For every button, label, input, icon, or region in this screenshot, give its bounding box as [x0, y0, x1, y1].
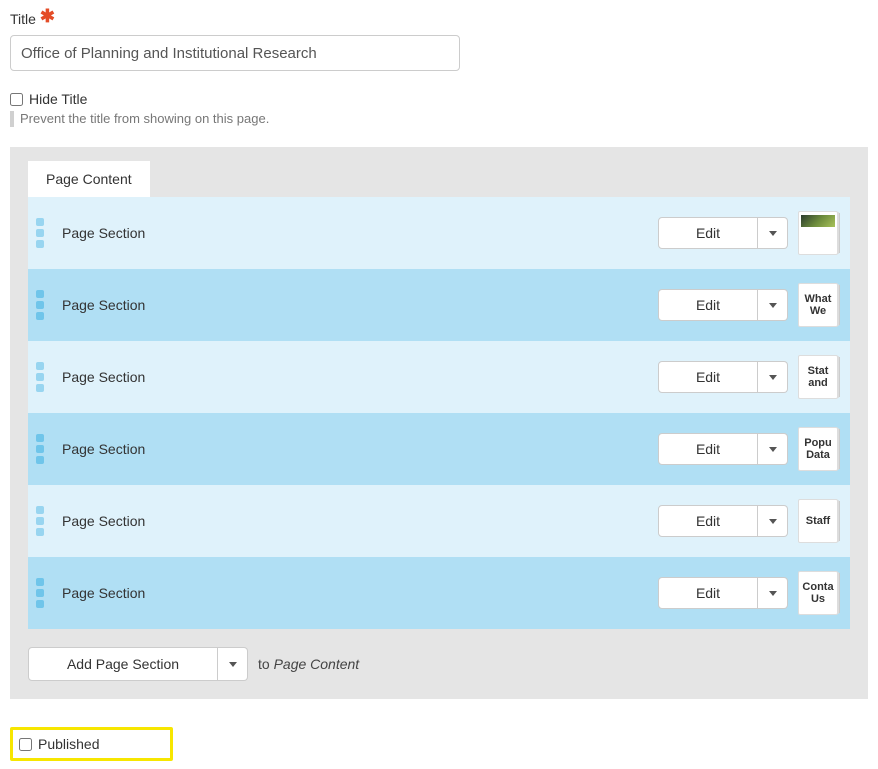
title-input[interactable]	[10, 35, 460, 71]
edit-dropdown-caret[interactable]	[758, 433, 788, 465]
chevron-down-icon	[769, 591, 777, 596]
drag-handle-icon[interactable]	[36, 218, 44, 248]
section-label: Page Section	[62, 441, 145, 457]
add-suffix-target: Page Content	[274, 656, 360, 672]
section-preview-text: Stat and	[799, 365, 837, 389]
tab-strip: Page Content	[10, 147, 868, 197]
chevron-down-icon	[769, 375, 777, 380]
tab-page-content[interactable]: Page Content	[28, 161, 150, 197]
chevron-down-icon	[769, 303, 777, 308]
page-section-row: Page Section Edit Conta Us	[28, 557, 850, 629]
add-page-section-button[interactable]: Add Page Section	[28, 647, 218, 681]
help-bar-icon	[10, 111, 14, 127]
section-preview-text: Popu Data	[799, 437, 837, 461]
page-sections-list: Page Section Edit Page Section Edit What	[28, 197, 850, 629]
drag-handle-icon[interactable]	[36, 362, 44, 392]
section-preview-card[interactable]: Stat and	[798, 355, 838, 399]
chevron-down-icon	[769, 447, 777, 452]
hide-title-label: Hide Title	[29, 91, 87, 107]
edit-dropdown-caret[interactable]	[758, 577, 788, 609]
edit-button[interactable]: Edit	[658, 433, 758, 465]
section-preview-card[interactable]: Staff	[798, 499, 838, 543]
hide-title-help: Prevent the title from showing on this p…	[20, 111, 269, 126]
edit-dropdown-caret[interactable]	[758, 289, 788, 321]
page-section-row: Page Section Edit What We	[28, 269, 850, 341]
section-preview-card[interactable]: Conta Us	[798, 571, 838, 615]
page-section-row: Page Section Edit	[28, 197, 850, 269]
page-section-row: Page Section Edit Popu Data	[28, 413, 850, 485]
page-section-row: Page Section Edit Staff	[28, 485, 850, 557]
title-label: Title ✱	[10, 8, 868, 29]
edit-button[interactable]: Edit	[658, 577, 758, 609]
edit-button[interactable]: Edit	[658, 217, 758, 249]
drag-handle-icon[interactable]	[36, 506, 44, 536]
chevron-down-icon	[769, 519, 777, 524]
edit-dropdown-caret[interactable]	[758, 505, 788, 537]
drag-handle-icon[interactable]	[36, 434, 44, 464]
section-preview-card[interactable]	[798, 211, 838, 255]
drag-handle-icon[interactable]	[36, 578, 44, 608]
published-highlight: Published	[10, 727, 173, 761]
section-preview-text: Conta Us	[799, 581, 837, 605]
published-checkbox[interactable]	[19, 738, 32, 751]
section-preview-text: What We	[799, 293, 837, 317]
page-content-panel: Page Content Page Section Edit Page Sect…	[10, 147, 868, 699]
edit-button[interactable]: Edit	[658, 289, 758, 321]
required-asterisk-icon: ✱	[40, 6, 55, 26]
section-preview-image-icon	[801, 215, 835, 227]
chevron-down-icon	[229, 662, 237, 667]
chevron-down-icon	[769, 231, 777, 236]
section-label: Page Section	[62, 369, 145, 385]
edit-dropdown-caret[interactable]	[758, 217, 788, 249]
published-label: Published	[38, 736, 100, 752]
section-preview-card[interactable]: Popu Data	[798, 427, 838, 471]
section-preview-text: Staff	[806, 515, 830, 527]
hide-title-checkbox[interactable]	[10, 93, 23, 106]
add-suffix-text: to Page Content	[258, 656, 359, 672]
edit-button[interactable]: Edit	[658, 505, 758, 537]
section-label: Page Section	[62, 297, 145, 313]
section-label: Page Section	[62, 513, 145, 529]
add-suffix-to: to	[258, 656, 270, 672]
page-section-row: Page Section Edit Stat and	[28, 341, 850, 413]
drag-handle-icon[interactable]	[36, 290, 44, 320]
section-preview-card[interactable]: What We	[798, 283, 838, 327]
add-page-section-caret[interactable]	[218, 647, 248, 681]
section-label: Page Section	[62, 225, 145, 241]
section-label: Page Section	[62, 585, 145, 601]
edit-dropdown-caret[interactable]	[758, 361, 788, 393]
edit-button[interactable]: Edit	[658, 361, 758, 393]
title-label-text: Title	[10, 11, 36, 27]
